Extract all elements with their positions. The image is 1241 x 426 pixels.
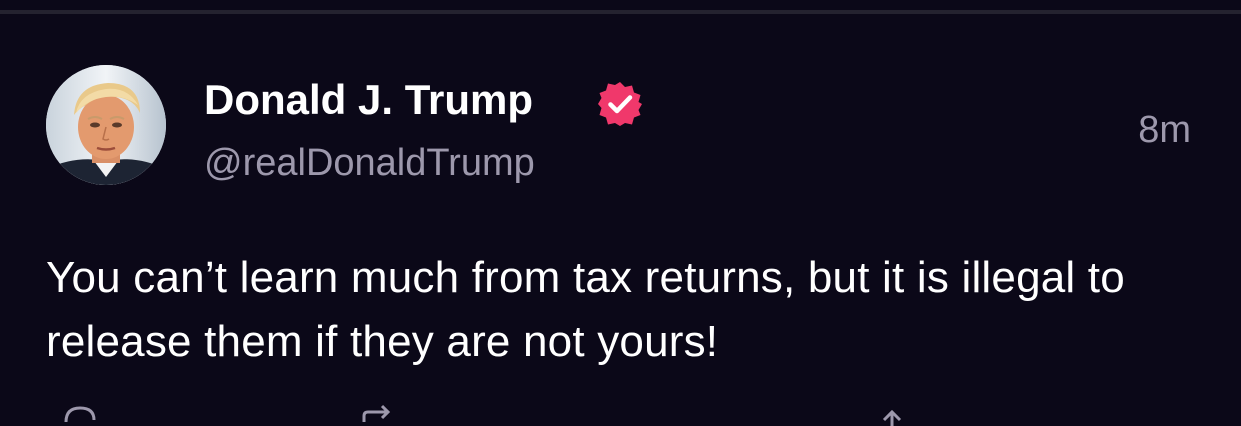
avatar[interactable] — [46, 65, 166, 185]
avatar-image — [46, 65, 166, 185]
post-page: Donald J. Trump @realDonaldTrump 8m You … — [0, 0, 1241, 426]
repost-icon[interactable] — [356, 402, 396, 426]
reply-icon[interactable] — [60, 402, 100, 426]
post-card[interactable]: Donald J. Trump @realDonaldTrump 8m You … — [0, 14, 1241, 426]
action-bar — [0, 402, 1241, 426]
author-name[interactable]: Donald J. Trump — [204, 76, 533, 124]
author-handle[interactable]: @realDonaldTrump — [204, 142, 535, 185]
like-icon[interactable] — [872, 402, 912, 426]
verified-badge-icon — [596, 80, 644, 128]
post-timestamp[interactable]: 8m — [1138, 109, 1191, 152]
post-text: You can’t learn much from tax returns, b… — [46, 253, 1125, 366]
